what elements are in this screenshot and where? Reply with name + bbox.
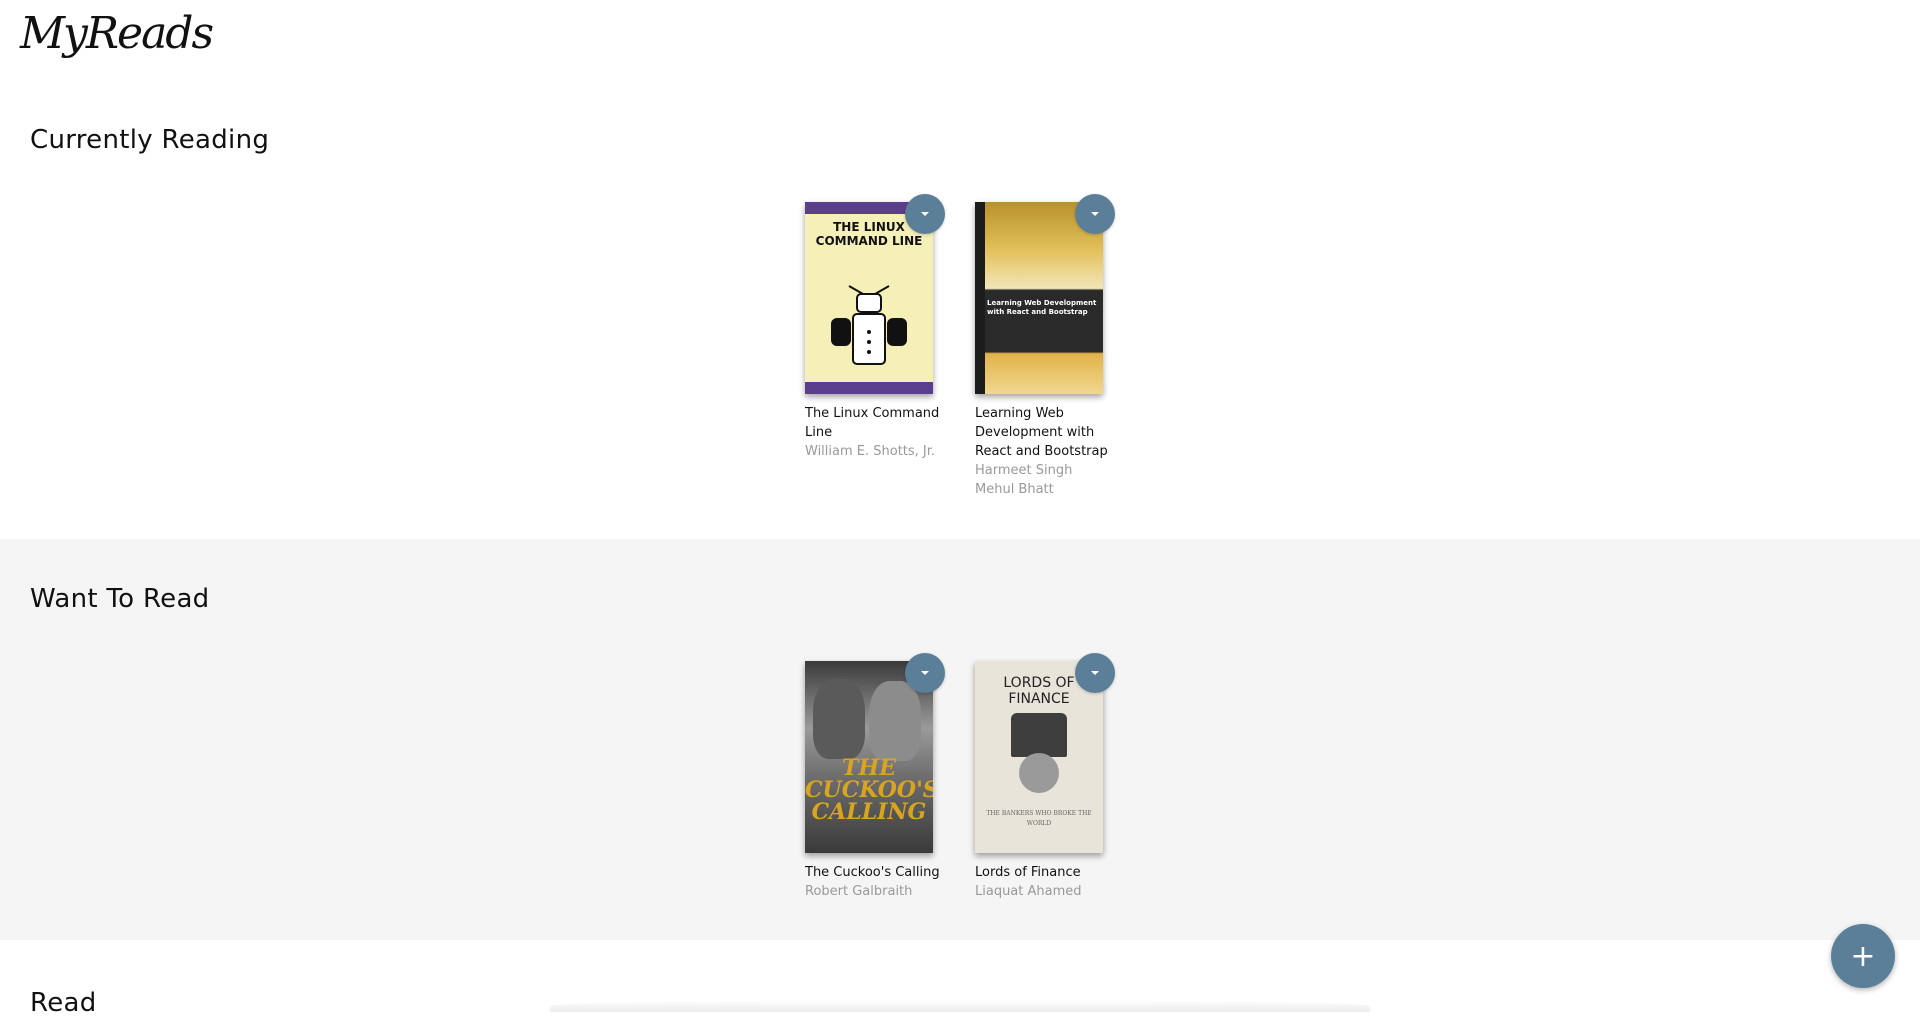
book-author: Liaquat Ahamed	[975, 884, 1082, 899]
plus-icon: +	[1850, 938, 1876, 974]
shelf-currently-reading: Currently Reading THE LINUX COMMAND LINE…	[0, 80, 1920, 539]
shelf-changer-button[interactable]	[905, 194, 945, 234]
shelf-title: Currently Reading	[30, 125, 270, 155]
cover-title-text: Learning Web Development with React and …	[987, 299, 1097, 316]
cover-title-text: THE CUCKOO'S CALLING	[805, 755, 933, 825]
book-grid-shadow	[550, 1000, 1370, 1012]
robot-illustration-icon	[831, 285, 907, 365]
cover-subtitle-text: THE BANKERS WHO BROKE THE WORLD	[986, 810, 1092, 827]
book-authors: Harmeet Singh Mehul Bhatt	[975, 461, 1111, 499]
book-title: The Cuckoo's Calling	[805, 865, 940, 880]
book-title: The Linux Command Line	[805, 406, 940, 440]
app-logo: MyReads	[20, 8, 214, 59]
caret-down-icon	[1091, 671, 1099, 675]
app-header: MyReads	[0, 0, 1920, 80]
shelf-title: Want To Read	[30, 584, 210, 614]
shelf-title: Read	[30, 988, 97, 1018]
book-author: Harmeet Singh	[975, 463, 1073, 478]
book-author: Mehul Bhatt	[975, 482, 1054, 497]
add-book-button[interactable]: +	[1831, 924, 1895, 988]
cover-band	[805, 382, 933, 394]
shelf-changer-button[interactable]	[1075, 653, 1115, 693]
caret-down-icon	[1091, 212, 1099, 216]
book-title: Learning Web Development with React and …	[975, 406, 1108, 459]
cover-band	[975, 202, 985, 394]
globe-icon	[1019, 753, 1059, 793]
caret-down-icon	[921, 212, 929, 216]
shelf-changer-button[interactable]	[905, 653, 945, 693]
book-authors: William E. Shotts, Jr.	[805, 442, 941, 461]
book-title: Lords of Finance	[975, 865, 1081, 880]
book-author: William E. Shotts, Jr.	[805, 444, 936, 459]
book-author: Robert Galbraith	[805, 884, 913, 899]
book-authors: Liaquat Ahamed	[975, 882, 1111, 901]
caret-down-icon	[921, 671, 929, 675]
shelf-want-to-read: Want To Read THE CUCKOO'S CALLING The Cu…	[0, 539, 1920, 940]
cover-figure	[1011, 713, 1067, 757]
cover-figure	[813, 679, 865, 759]
book-authors: Robert Galbraith	[805, 882, 941, 901]
cover-figure	[869, 681, 921, 761]
shelf-changer-button[interactable]	[1075, 194, 1115, 234]
